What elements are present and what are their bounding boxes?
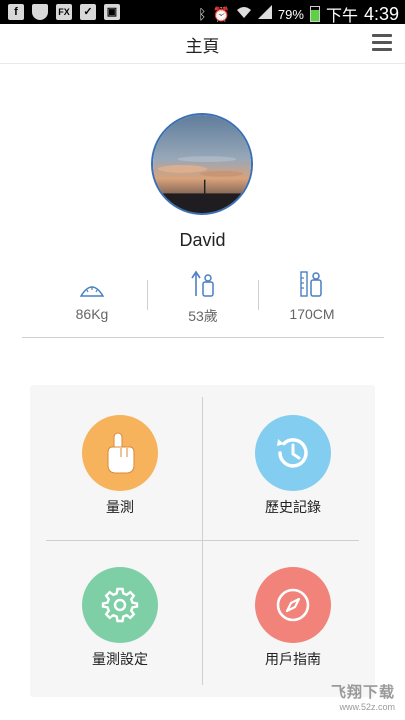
time-period: 下午 bbox=[325, 8, 358, 25]
menu-circle bbox=[255, 567, 331, 643]
height-value: 170CM bbox=[289, 306, 335, 322]
menu-item-measure[interactable]: 量測 bbox=[30, 385, 202, 535]
hamburger-menu-icon[interactable] bbox=[372, 34, 392, 52]
stat-weight: 86Kg bbox=[32, 268, 152, 322]
history-icon bbox=[277, 438, 308, 468]
fx-icon: FX bbox=[56, 4, 72, 20]
avatar[interactable] bbox=[151, 113, 253, 215]
menu-circle bbox=[255, 415, 331, 491]
profile-stats: 86Kg 53歲 170CM bbox=[22, 268, 384, 338]
system-icons: ᛒ ⏰ 79% 下午 4:39 bbox=[198, 2, 399, 26]
watermark-url: www.52z.com bbox=[339, 702, 395, 712]
menu-item-user-guide[interactable]: 用戶指南 bbox=[203, 541, 375, 691]
menu-circle bbox=[82, 415, 158, 491]
menu-item-measure-settings[interactable]: 量測設定 bbox=[30, 541, 202, 691]
shield-icon bbox=[32, 4, 48, 20]
page-title: 主頁 bbox=[185, 37, 220, 57]
battery-icon bbox=[309, 6, 320, 22]
age-icon bbox=[143, 268, 263, 298]
battery-percent: 79% bbox=[277, 6, 304, 22]
app-header: 主頁 bbox=[0, 24, 405, 64]
age-value: 53歲 bbox=[188, 308, 218, 324]
clock: 4:39 bbox=[363, 3, 399, 24]
menu-circle bbox=[82, 567, 158, 643]
height-icon bbox=[252, 268, 372, 298]
menu-label: 歷史記錄 bbox=[265, 500, 321, 516]
weight-value: 86Kg bbox=[75, 306, 109, 322]
wifi-icon bbox=[236, 4, 252, 24]
compass-icon bbox=[276, 588, 310, 622]
notification-icons: f FX ✓ ▣ bbox=[8, 4, 120, 20]
stat-height: 170CM bbox=[252, 268, 372, 322]
stat-age: 53歲 bbox=[143, 268, 263, 326]
watermark: 飞翔下载 www.52z.com bbox=[331, 681, 395, 712]
scale-icon bbox=[32, 268, 152, 298]
hand-pointer-icon bbox=[107, 432, 135, 474]
gear-icon bbox=[101, 587, 139, 623]
facebook-icon: f bbox=[8, 4, 24, 20]
menu-item-history[interactable]: 歷史記錄 bbox=[203, 385, 375, 535]
watermark-brand: 飞翔下载 bbox=[330, 683, 395, 701]
menu-label: 用戶指南 bbox=[265, 652, 321, 668]
checklist-icon: ✓ bbox=[80, 4, 96, 20]
user-name: David bbox=[179, 230, 226, 250]
bluetooth-icon: ᛒ bbox=[198, 6, 207, 22]
status-bar: f FX ✓ ▣ ᛒ ⏰ 79% 下午 4:39 bbox=[0, 0, 405, 26]
menu-label: 量測 bbox=[106, 500, 134, 516]
signal-icon bbox=[257, 4, 272, 24]
alarm-icon: ⏰ bbox=[212, 6, 230, 22]
menu-label: 量測設定 bbox=[92, 652, 148, 668]
main-menu-grid: 量測 歷史記錄 量測設定 用戶指南 bbox=[30, 385, 375, 697]
briefcase-icon: ▣ bbox=[104, 4, 120, 20]
